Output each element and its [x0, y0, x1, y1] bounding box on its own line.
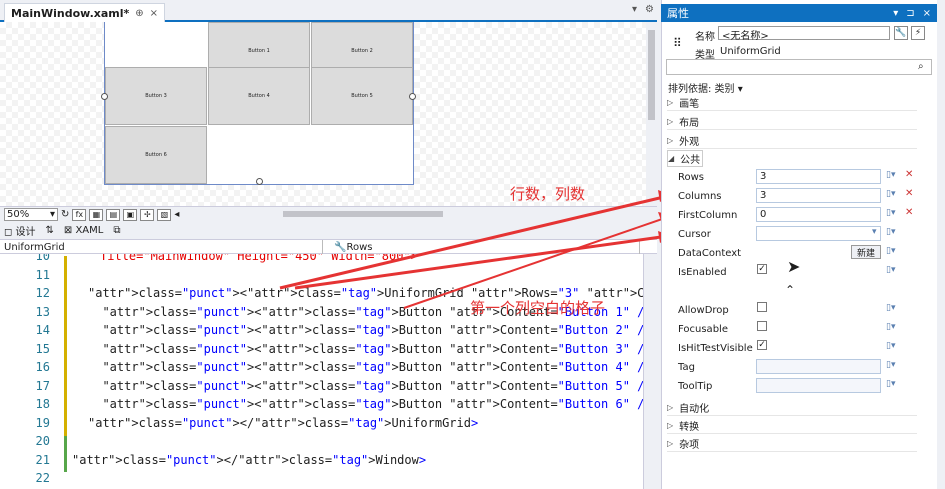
- wrench-icon[interactable]: 🔧: [894, 26, 908, 40]
- property-marker-icon[interactable]: ▯▾: [886, 379, 895, 389]
- reset-icon[interactable]: ✕: [905, 188, 913, 199]
- annotation-rows-columns: 行数，列数: [510, 185, 586, 203]
- collapse-advanced-icon[interactable]: ⌃: [785, 283, 795, 297]
- category-label: 画笔: [679, 98, 700, 110]
- property-marker-icon[interactable]: ▯▾: [886, 246, 895, 256]
- properties-header: 属性 ▾ ⊐ ×: [661, 4, 937, 22]
- prop-tag-input[interactable]: [756, 359, 881, 374]
- category-automation[interactable]: ▷ 自动化: [667, 399, 917, 416]
- reset-icon[interactable]: ✕: [905, 207, 913, 218]
- mouse-cursor-icon: ➤: [787, 257, 801, 276]
- new-button[interactable]: 新建: [851, 245, 881, 259]
- prop-cursor-label: Cursor: [678, 229, 711, 240]
- expand-icon: ▷: [667, 402, 674, 412]
- panel-pin-icon[interactable]: ⊐: [906, 8, 914, 19]
- panel-close-icon[interactable]: ×: [923, 8, 931, 19]
- category-label: 公共: [680, 155, 701, 166]
- collapse-icon: ◢: [668, 154, 675, 163]
- isenabled-checkbox[interactable]: ✓: [757, 264, 767, 274]
- prop-tag-label: Tag: [678, 362, 695, 373]
- category-layout[interactable]: ▷ 布局: [667, 113, 917, 130]
- arrow-to-firstcolumn: [403, 216, 669, 309]
- prop-columns-label: Columns: [678, 191, 722, 202]
- expand-icon: ▷: [667, 116, 674, 126]
- expand-icon: ▷: [667, 438, 674, 448]
- property-marker-icon[interactable]: ▯▾: [886, 265, 895, 275]
- focusable-checkbox[interactable]: [757, 321, 767, 331]
- prop-allowdrop-label: AllowDrop: [678, 305, 729, 316]
- property-marker-icon[interactable]: ▯▾: [886, 303, 895, 313]
- property-marker-icon[interactable]: ▯▾: [886, 208, 895, 218]
- expand-icon: ▷: [667, 97, 674, 107]
- sort-by-dropdown[interactable]: 排列依据: 类别 ▾: [668, 80, 743, 95]
- property-marker-icon[interactable]: ▯▾: [886, 341, 895, 351]
- expand-icon: ▷: [667, 420, 674, 430]
- properties-title: 属性: [667, 7, 689, 20]
- prop-rows-input[interactable]: 3: [756, 169, 881, 184]
- category-brush[interactable]: ▷ 画笔: [667, 94, 917, 111]
- category-transform[interactable]: ▷ 转换: [667, 417, 917, 434]
- element-type-icon: ⠿: [673, 36, 682, 50]
- prop-columns-input[interactable]: 3: [756, 188, 881, 203]
- name-label: 名称: [695, 32, 715, 43]
- category-label: 自动化: [679, 403, 710, 415]
- property-marker-icon[interactable]: ▯▾: [886, 189, 895, 199]
- category-misc[interactable]: ▷ 杂项: [667, 435, 917, 452]
- category-common[interactable]: ◢ 公共: [667, 150, 703, 167]
- prop-datacontext-label: DataContext: [678, 248, 742, 259]
- arrow-to-rows: [279, 194, 669, 290]
- prop-firstcolumn-label: FirstColumn: [678, 210, 738, 221]
- property-marker-icon[interactable]: ▯▾: [886, 360, 895, 370]
- prop-tooltip-input[interactable]: [756, 378, 881, 393]
- category-label: 转换: [679, 421, 700, 433]
- category-appearance[interactable]: ▷ 外观: [667, 132, 917, 149]
- arrow-to-columns: [294, 234, 669, 290]
- prop-cursor-select[interactable]: [756, 226, 881, 241]
- reset-icon[interactable]: ✕: [905, 169, 913, 180]
- chevron-down-icon[interactable]: ▾: [872, 227, 877, 237]
- annotation-first-column: 第一个列空白的格子: [470, 299, 606, 317]
- events-icon[interactable]: ⚡: [911, 26, 925, 40]
- property-marker-icon[interactable]: ▯▾: [886, 322, 895, 332]
- property-search-input[interactable]: [666, 59, 932, 75]
- type-value: UniformGrid: [720, 46, 781, 57]
- prop-focusable-label: Focusable: [678, 324, 728, 335]
- ishittestvisible-checkbox[interactable]: ✓: [757, 340, 767, 350]
- prop-ishittestvisible-label: IsHitTestVisible: [678, 343, 753, 354]
- panel-dropdown-icon[interactable]: ▾: [893, 8, 898, 19]
- search-icon: ⌕: [918, 61, 924, 72]
- category-label: 布局: [679, 117, 700, 129]
- allowdrop-checkbox[interactable]: [757, 302, 767, 312]
- category-label: 杂项: [679, 439, 700, 451]
- expand-icon: ▷: [667, 135, 674, 145]
- prop-tooltip-label: ToolTip: [678, 381, 713, 392]
- prop-isenabled-label: IsEnabled: [678, 267, 727, 278]
- prop-rows-label: Rows: [678, 172, 705, 183]
- prop-firstcolumn-input[interactable]: 0: [756, 207, 881, 222]
- name-field[interactable]: <无名称>: [718, 26, 890, 42]
- category-label: 外观: [679, 136, 700, 148]
- property-marker-icon[interactable]: ▯▾: [886, 170, 895, 180]
- property-marker-icon[interactable]: ▯▾: [886, 227, 895, 237]
